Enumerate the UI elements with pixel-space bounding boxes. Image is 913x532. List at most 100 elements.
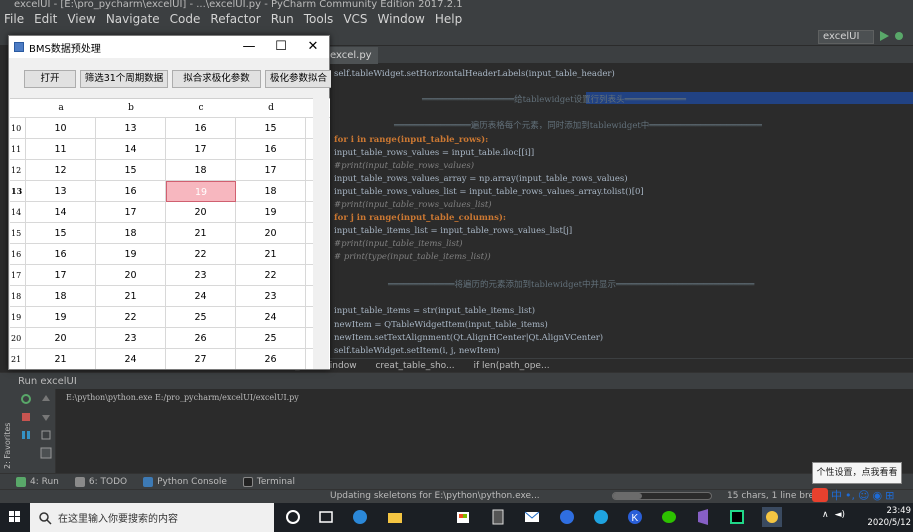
table-cell[interactable]: 17 xyxy=(236,160,306,181)
table-cell[interactable]: 21 xyxy=(236,244,306,265)
column-header-d[interactable]: d xyxy=(236,99,306,118)
down-arrow-icon[interactable] xyxy=(40,411,52,423)
table-cell[interactable]: 17 xyxy=(96,202,166,223)
row-header[interactable]: 17 xyxy=(10,265,26,286)
table-cell[interactable]: 23 xyxy=(166,265,236,286)
table-cell[interactable]: 25 xyxy=(166,307,236,328)
taskbar-clock[interactable]: 23:49 2020/5/12 xyxy=(860,505,913,532)
table-cell[interactable]: 20 xyxy=(96,265,166,286)
polarization-fit-button[interactable]: 极化参数拟合 xyxy=(265,70,331,88)
table-cell[interactable]: 18 xyxy=(236,181,306,202)
menu-item-window[interactable]: Window xyxy=(378,12,425,26)
table-cell[interactable]: 23 xyxy=(236,286,306,307)
sogou-ime-icon[interactable] xyxy=(812,488,828,502)
table-vertical-scrollbar[interactable] xyxy=(313,98,329,369)
breadcrumb-item[interactable]: if len(path_ope... xyxy=(473,361,549,371)
calculator-icon[interactable] xyxy=(488,507,508,527)
table-cell[interactable]: 22 xyxy=(96,307,166,328)
table-cell[interactable]: 21 xyxy=(166,223,236,244)
run-configuration-select[interactable]: excelUI xyxy=(818,30,874,44)
table-cell[interactable]: 15 xyxy=(236,118,306,139)
tool-tab-run[interactable]: 4: Run xyxy=(16,476,59,487)
tab-excel-py[interactable]: excel.py xyxy=(328,47,378,64)
up-arrow-icon[interactable] xyxy=(40,393,52,405)
row-header[interactable]: 13 xyxy=(10,181,26,202)
ime-voice-icon[interactable]: ◉ xyxy=(872,489,882,502)
table-cell[interactable]: 19 xyxy=(96,244,166,265)
pause-icon[interactable] xyxy=(20,429,32,441)
table-cell[interactable]: 19 xyxy=(166,181,236,202)
table-cell[interactable]: 16 xyxy=(236,139,306,160)
menu-item-tools[interactable]: Tools xyxy=(304,12,334,26)
row-header[interactable]: 14 xyxy=(10,202,26,223)
table-cell[interactable]: 24 xyxy=(166,286,236,307)
windows-start-icon[interactable] xyxy=(0,503,30,532)
menu-item-run[interactable]: Run xyxy=(271,12,294,26)
tray-chevron-icon[interactable]: ∧ xyxy=(822,510,829,520)
fit-polarization-button[interactable]: 拟合求极化参数 xyxy=(172,70,261,88)
favorites-tab[interactable]: 2: Favorites xyxy=(3,409,13,469)
edge-icon[interactable] xyxy=(350,507,370,527)
row-header[interactable]: 15 xyxy=(10,223,26,244)
dialog-title-bar[interactable]: BMS数据预处理 — ☐ ✕ xyxy=(9,36,329,58)
visual-studio-icon[interactable] xyxy=(693,507,713,527)
pycharm-taskbar-icon[interactable] xyxy=(727,507,747,527)
app-icon[interactable] xyxy=(557,507,577,527)
cortana-icon[interactable] xyxy=(283,507,303,527)
tool-tab-terminal[interactable]: Terminal xyxy=(242,476,295,487)
table-cell[interactable]: 17 xyxy=(166,139,236,160)
k-app-icon[interactable]: K xyxy=(625,507,645,527)
table-cell[interactable]: 12 xyxy=(26,160,96,181)
table-cell[interactable]: 18 xyxy=(166,160,236,181)
filter-cycles-button[interactable]: 筛选31个周期数据 xyxy=(80,70,168,88)
table-cell[interactable]: 21 xyxy=(96,286,166,307)
table-cell[interactable]: 14 xyxy=(26,202,96,223)
python-taskbar-icon[interactable] xyxy=(762,507,782,527)
data-table[interactable]: abcd 10 10 13 16 15 11 11 14 17 16 12 12 15 18 17 13 13 1… xyxy=(10,98,330,369)
breadcrumb-item[interactable]: creat_table_sho... xyxy=(375,361,454,371)
row-header[interactable]: 10 xyxy=(10,118,26,139)
stop-icon[interactable] xyxy=(20,411,32,423)
row-header[interactable]: 12 xyxy=(10,160,26,181)
menu-item-edit[interactable]: Edit xyxy=(34,12,57,26)
table-cell[interactable]: 20 xyxy=(26,328,96,349)
row-header[interactable]: 11 xyxy=(10,139,26,160)
background-task-progress[interactable] xyxy=(612,492,712,500)
table-cell[interactable]: 19 xyxy=(26,307,96,328)
table-cell[interactable]: 22 xyxy=(236,265,306,286)
taskbar-search-box[interactable]: 在这里输入你要搜索的内容 xyxy=(30,503,274,532)
row-header[interactable]: 19 xyxy=(10,307,26,328)
table-cell[interactable]: 18 xyxy=(26,286,96,307)
table-cell[interactable]: 16 xyxy=(96,181,166,202)
row-header[interactable]: 16 xyxy=(10,244,26,265)
table-cell[interactable]: 25 xyxy=(236,328,306,349)
table-cell[interactable]: 19 xyxy=(236,202,306,223)
ime-mode-label[interactable]: 中 xyxy=(831,487,842,503)
browser-icon[interactable] xyxy=(591,507,611,527)
table-cell[interactable]: 15 xyxy=(26,223,96,244)
table-cell[interactable]: 24 xyxy=(96,349,166,369)
table-cell[interactable]: 22 xyxy=(166,244,236,265)
task-view-icon[interactable] xyxy=(316,507,336,527)
menu-item-view[interactable]: View xyxy=(67,12,95,26)
table-cell[interactable]: 24 xyxy=(236,307,306,328)
rerun-icon[interactable] xyxy=(20,393,32,405)
volume-icon[interactable]: ◄) xyxy=(835,510,845,520)
ime-shirt-icon[interactable]: ⊞ xyxy=(885,489,894,502)
debug-icon[interactable] xyxy=(893,30,905,42)
close-button[interactable]: ✕ xyxy=(297,36,329,58)
menu-item-help[interactable]: Help xyxy=(435,12,462,26)
mail-icon[interactable] xyxy=(522,507,542,527)
tool-tab-todo[interactable]: 6: TODO xyxy=(74,476,127,487)
table-cell[interactable]: 13 xyxy=(96,118,166,139)
maximize-button[interactable]: ☐ xyxy=(265,36,297,58)
wechat-icon[interactable] xyxy=(659,507,679,527)
table-cell[interactable]: 23 xyxy=(96,328,166,349)
table-cell[interactable]: 17 xyxy=(26,265,96,286)
column-header-c[interactable]: c xyxy=(166,99,236,118)
table-cell[interactable]: 15 xyxy=(96,160,166,181)
menu-item-navigate[interactable]: Navigate xyxy=(106,12,160,26)
table-cell[interactable]: 18 xyxy=(96,223,166,244)
row-header[interactable]: 21 xyxy=(10,349,26,369)
open-button[interactable]: 打开 xyxy=(24,70,76,88)
